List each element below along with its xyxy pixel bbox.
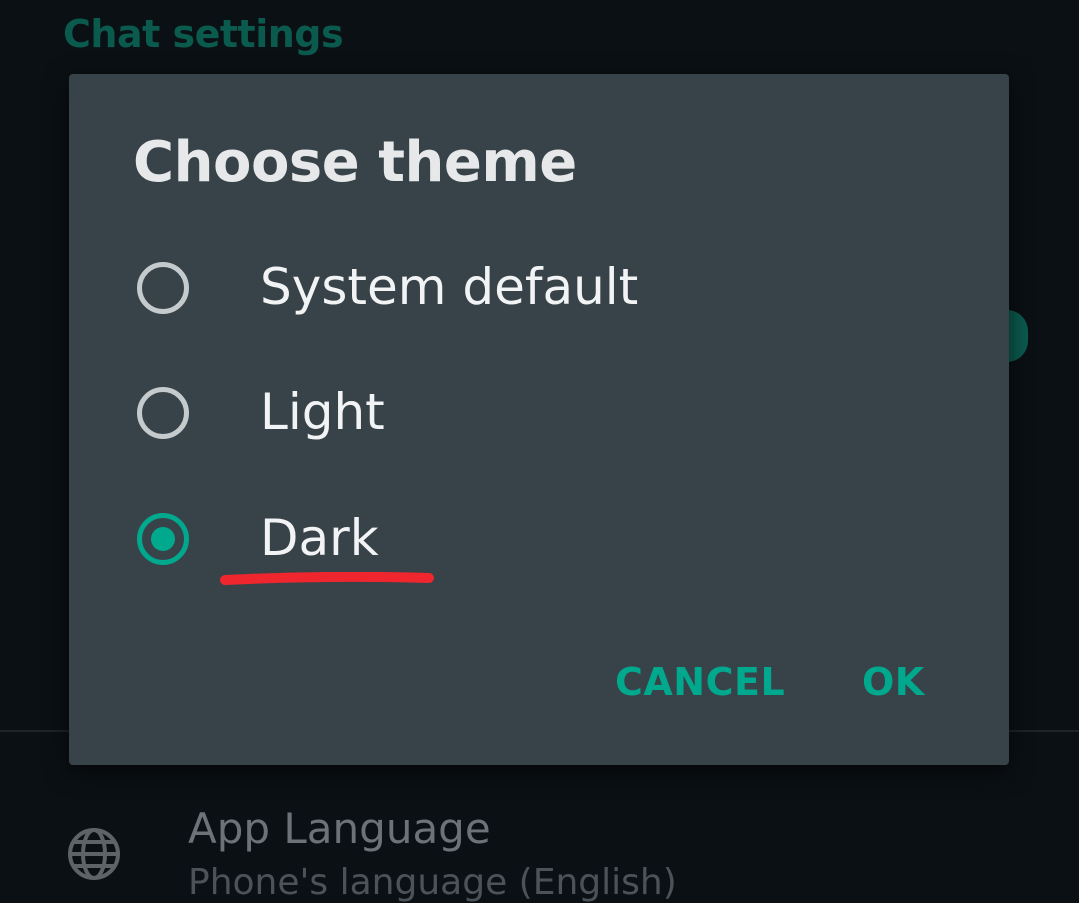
dialog-title: Choose theme xyxy=(133,130,577,195)
theme-option-light[interactable]: Light xyxy=(69,353,1009,473)
app-language-title: App Language xyxy=(188,804,491,853)
radio-button-checked[interactable] xyxy=(137,513,189,565)
red-underline-annotation xyxy=(220,572,434,585)
ok-button[interactable]: OK xyxy=(862,660,925,704)
app-language-subtitle: Phone's language (English) xyxy=(188,862,677,903)
radio-button-unchecked[interactable] xyxy=(137,387,189,439)
cancel-button[interactable]: CANCEL xyxy=(615,660,785,704)
dialog-actions: CANCEL OK xyxy=(69,654,1009,716)
option-label: Dark xyxy=(260,509,379,567)
app-language-row[interactable]: App Language Phone's language (English) xyxy=(0,780,1079,903)
radio-dot xyxy=(151,527,175,551)
theme-option-system-default[interactable]: System default xyxy=(69,228,1009,348)
globe-icon xyxy=(68,828,120,880)
choose-theme-dialog: Choose theme System default Light Dark C… xyxy=(69,74,1009,765)
theme-option-dark[interactable]: Dark xyxy=(69,479,1009,599)
option-label: System default xyxy=(260,258,639,316)
radio-button-unchecked[interactable] xyxy=(137,262,189,314)
option-label: Light xyxy=(260,383,385,441)
chat-settings-section-title: Chat settings xyxy=(63,12,344,56)
